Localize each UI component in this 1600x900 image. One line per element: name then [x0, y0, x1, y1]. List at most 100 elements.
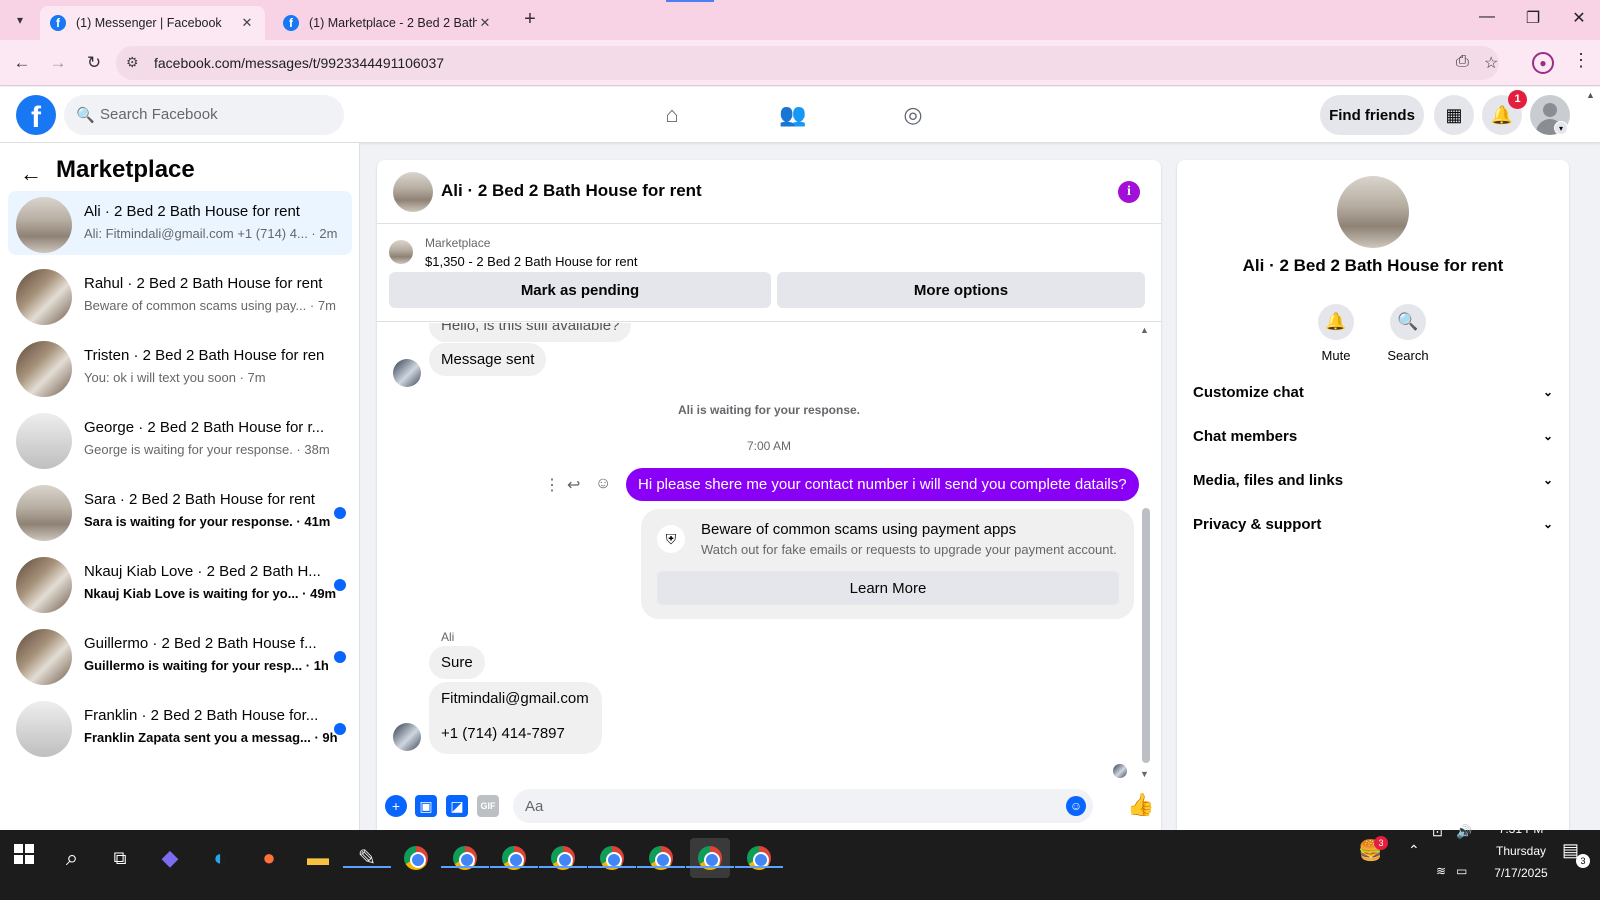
- clock-date[interactable]: 7/17/2025: [1486, 866, 1556, 880]
- unread-dot: [334, 651, 346, 663]
- reply-icon[interactable]: ↩: [567, 475, 580, 495]
- copilot-icon[interactable]: ◆: [150, 838, 190, 878]
- conversation-item[interactable]: Franklin · 2 Bed 2 Bath House for... Fra…: [8, 695, 352, 759]
- learn-more-button[interactable]: Learn More: [657, 571, 1119, 605]
- chrome-profile-icon[interactable]: [543, 838, 583, 878]
- sticker-icon[interactable]: ◪: [446, 795, 468, 817]
- details-avatar[interactable]: [1337, 176, 1409, 248]
- clock-day[interactable]: Thursday: [1486, 844, 1556, 858]
- scroll-thumb[interactable]: [1142, 508, 1150, 763]
- tab-marketplace[interactable]: f (1) Marketplace - 2 Bed 2 Bath H ✕: [273, 6, 503, 40]
- listing-title[interactable]: $1,350 - 2 Bed 2 Bath House for rent: [425, 254, 637, 269]
- emoji-icon[interactable]: ☺: [1066, 796, 1086, 816]
- volume-icon[interactable]: 🔊: [1456, 824, 1472, 840]
- battery-icon[interactable]: ▭: [1456, 864, 1467, 878]
- url-text[interactable]: facebook.com/messages/t/9923344491106037: [154, 55, 444, 71]
- site-info-icon[interactable]: ⚙: [126, 54, 139, 71]
- conversation-item[interactable]: George · 2 Bed 2 Bath House for r... Geo…: [8, 407, 352, 471]
- close-window-button[interactable]: ✕: [1564, 8, 1594, 28]
- meet-now-icon[interactable]: ⊡: [1432, 824, 1443, 840]
- chrome-icon[interactable]: [396, 838, 436, 878]
- minimize-button[interactable]: —: [1472, 8, 1502, 26]
- wifi-icon[interactable]: ≋: [1436, 864, 1446, 878]
- chrome-profile-icon[interactable]: [494, 838, 534, 878]
- tab-close-icon[interactable]: ✕: [239, 15, 255, 31]
- back-button[interactable]: ←: [11, 52, 33, 74]
- install-app-icon[interactable]: ⎙: [1456, 53, 1469, 71]
- privacy-support-section[interactable]: Privacy & support ⌄: [1193, 506, 1553, 542]
- facebook-search-input[interactable]: 🔍 Search Facebook: [64, 95, 344, 135]
- browser-profile-icon[interactable]: ●: [1532, 52, 1554, 74]
- windows-taskbar: ⌕ ⧉ ◆ ◐ ● ▬ ✎ 🍔 3 ⌃ ⊡ 🔊 ≋ ▭ 7:31 PM Thur…: [0, 822, 1600, 900]
- chat-members-section[interactable]: Chat members ⌄: [1193, 418, 1553, 454]
- conversation-item[interactable]: Rahul · 2 Bed 2 Bath House for rent Bewa…: [8, 263, 352, 327]
- bookmark-star-icon[interactable]: ☆: [1484, 53, 1498, 73]
- conversation-preview: Franklin Zapata sent you a messag... · 9…: [84, 730, 338, 745]
- tab-messenger[interactable]: f (1) Messenger | Facebook ✕: [40, 6, 265, 40]
- search-label: Search: [1387, 348, 1429, 363]
- plus-icon[interactable]: +: [385, 795, 407, 817]
- forward-button[interactable]: →: [47, 52, 69, 74]
- groups-icon[interactable]: ◎: [897, 99, 929, 131]
- new-tab-button[interactable]: +: [518, 8, 542, 31]
- mute-button[interactable]: 🔔 Mute: [1308, 304, 1364, 363]
- chat-title[interactable]: Ali · 2 Bed 2 Bath House for rent: [441, 181, 702, 201]
- conversation-item[interactable]: Ali · 2 Bed 2 Bath House for rent Ali: F…: [8, 191, 352, 255]
- menu-grid-icon[interactable]: ▦: [1434, 95, 1474, 135]
- photo-icon[interactable]: ▣: [415, 795, 437, 817]
- media-files-links-section[interactable]: Media, files and links ⌄: [1193, 462, 1553, 498]
- mark-as-pending-button[interactable]: Mark as pending: [389, 272, 771, 308]
- browser-menu-icon[interactable]: ⋮: [1572, 50, 1590, 71]
- customize-chat-section[interactable]: Customize chat ⌄: [1193, 374, 1553, 410]
- react-emoji-icon[interactable]: ☺: [595, 475, 611, 493]
- chrome-profile-icon[interactable]: [445, 838, 485, 878]
- home-icon[interactable]: ⌂: [656, 99, 688, 131]
- find-friends-button[interactable]: Find friends: [1320, 95, 1424, 135]
- gif-icon[interactable]: GIF: [477, 795, 499, 817]
- message-composer: + ▣ ◪ GIF Aa ☺ 👍: [377, 784, 1161, 830]
- chrome-profile-active-icon[interactable]: [690, 838, 730, 878]
- edge-icon[interactable]: ◐: [200, 838, 240, 878]
- tab-search-chevron-icon[interactable]: ▾: [8, 8, 32, 32]
- conversation-item[interactable]: Nkauj Kiab Love · 2 Bed 2 Bath H... Nkau…: [8, 551, 352, 615]
- facebook-logo[interactable]: f: [16, 95, 56, 135]
- chrome-profile-icon[interactable]: [592, 838, 632, 878]
- firefox-icon[interactable]: ●: [249, 838, 289, 878]
- scroll-up-arrow-icon[interactable]: ▲: [1140, 325, 1149, 335]
- chat-header: Ali · 2 Bed 2 Bath House for rent i: [377, 160, 1161, 224]
- more-actions-icon[interactable]: ⋮: [544, 475, 560, 495]
- account-chevron-icon[interactable]: ▾: [1554, 121, 1568, 135]
- more-options-button[interactable]: More options: [777, 272, 1145, 308]
- show-hidden-icons-chevron-icon[interactable]: ⌃: [1408, 842, 1420, 859]
- file-explorer-icon[interactable]: ▬: [298, 838, 338, 878]
- page-scroll-up-icon[interactable]: ▲: [1586, 90, 1595, 100]
- conversation-item[interactable]: Sara · 2 Bed 2 Bath House for rent Sara …: [8, 479, 352, 543]
- reload-button[interactable]: ↻: [83, 52, 105, 74]
- restore-button[interactable]: ❐: [1518, 8, 1548, 28]
- info-icon[interactable]: i: [1118, 181, 1140, 203]
- message-input[interactable]: Aa ☺: [513, 789, 1093, 823]
- conversation-avatar: [16, 557, 72, 613]
- friends-icon[interactable]: 👥: [777, 99, 809, 131]
- thumbs-up-icon[interactable]: 👍: [1127, 792, 1154, 818]
- back-arrow-icon[interactable]: ←: [20, 161, 42, 187]
- paint-icon[interactable]: ✎: [347, 838, 387, 878]
- chrome-profile-icon[interactable]: [739, 838, 779, 878]
- tab-close-icon[interactable]: ✕: [477, 15, 493, 31]
- conversation-item[interactable]: Guillermo · 2 Bed 2 Bath House f... Guil…: [8, 623, 352, 687]
- task-view-icon[interactable]: ⧉: [100, 838, 140, 878]
- scroll-down-arrow-icon[interactable]: ▼: [1140, 769, 1149, 779]
- windows-start-icon[interactable]: [14, 844, 34, 864]
- listing-thumbnail[interactable]: [389, 240, 413, 264]
- conversation-item[interactable]: Tristen · 2 Bed 2 Bath House for rent Yo…: [8, 335, 352, 399]
- message-scrollbar[interactable]: ▲ ▼: [1139, 323, 1153, 784]
- message-phone-line: +1 (714) 414-7897: [441, 725, 565, 742]
- outgoing-message: Hi please shere me your contact number i…: [626, 468, 1139, 501]
- chrome-profile-icon[interactable]: [641, 838, 681, 878]
- omnibox[interactable]: ⚙ facebook.com/messages/t/99233444911060…: [116, 46, 1499, 80]
- chat-avatar[interactable]: [393, 172, 433, 212]
- tab-indicator: [666, 0, 714, 2]
- search-in-chat-button[interactable]: 🔍 Search: [1380, 304, 1436, 363]
- clock-time[interactable]: 7:31 PM: [1486, 822, 1556, 836]
- search-icon[interactable]: ⌕: [52, 838, 92, 878]
